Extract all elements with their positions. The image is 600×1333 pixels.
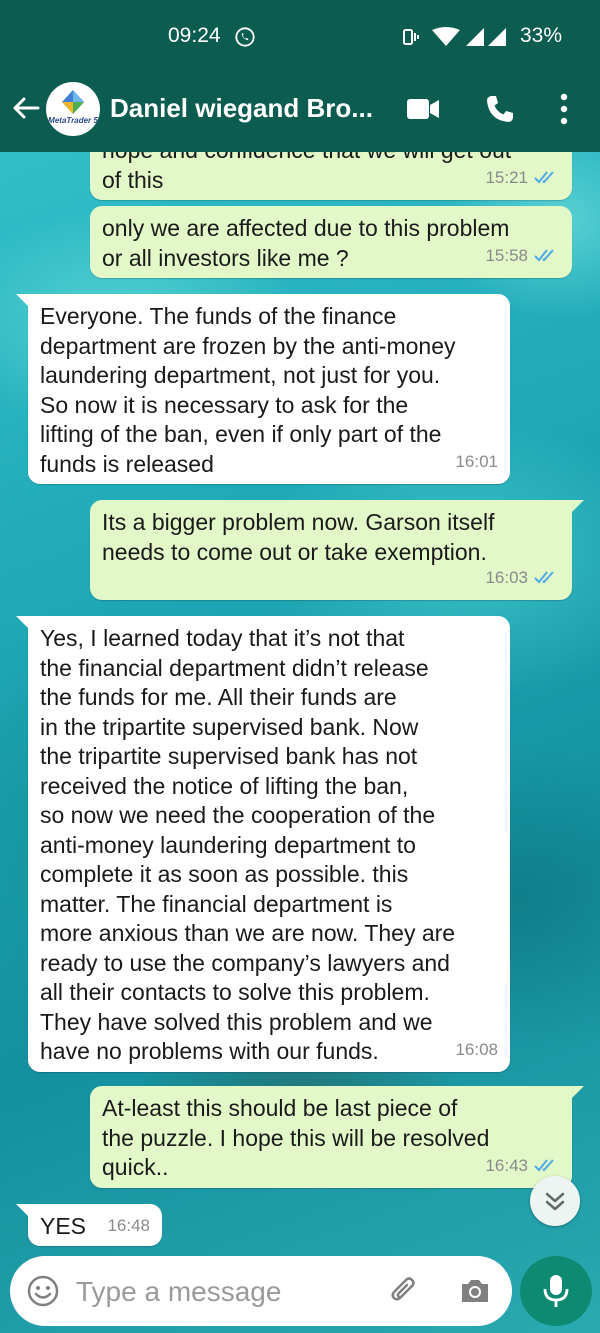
message-bubble-incoming[interactable]: YES 16:48 (28, 1204, 162, 1246)
message-meta: 16:01 (455, 447, 498, 477)
voice-call-icon[interactable] (484, 93, 516, 125)
message-bubble-outgoing[interactable]: At-least this should be last piece of th… (90, 1086, 572, 1188)
avatar-label: MetaTrader 5 (48, 116, 98, 125)
message-composer (10, 1256, 512, 1326)
message-time: 15:58 (485, 245, 528, 265)
message-text: hope and confidence that we will get out… (102, 152, 511, 193)
back-arrow-icon[interactable] (10, 92, 42, 124)
contact-avatar[interactable]: MetaTrader 5 (46, 82, 100, 136)
voice-record-button[interactable] (520, 1256, 592, 1326)
bubble-tail (570, 1086, 584, 1100)
microphone-icon (543, 1275, 569, 1307)
message-time: 16:01 (455, 451, 498, 471)
message-bubble-incoming[interactable]: Everyone. The funds of the finance depar… (28, 294, 510, 484)
emoji-icon[interactable] (26, 1274, 60, 1308)
message-bubble-outgoing[interactable]: hope and confidence that we will get out… (90, 152, 572, 200)
message-text: YES (40, 1213, 87, 1239)
message-input[interactable] (74, 1270, 378, 1314)
message-bubble-outgoing[interactable]: only we are affected due to this problem… (90, 206, 572, 278)
message-meta: 15:58 (485, 241, 560, 271)
message-time: 15:21 (485, 167, 528, 187)
message-bubble-incoming[interactable]: Yes, I learned today that it’s not that … (28, 616, 510, 1072)
message-text: At-least this should be last piece of th… (102, 1095, 490, 1180)
message-text: Yes, I learned today that it’s not that … (40, 625, 456, 1064)
metatrader-logo-icon (62, 90, 84, 114)
status-bar: 09:24 33% (0, 0, 600, 66)
status-time: 09:24 (168, 24, 221, 47)
read-ticks-icon (534, 1159, 554, 1172)
message-list[interactable]: hope and confidence that we will get out… (0, 152, 600, 1252)
message-time: 16:43 (485, 1155, 528, 1175)
message-time: 16:03 (485, 567, 528, 587)
camera-icon[interactable] (458, 1274, 492, 1308)
read-ticks-icon (534, 571, 554, 584)
scroll-to-bottom-button[interactable] (530, 1176, 580, 1226)
battery-level: 33% (520, 24, 563, 47)
whatsapp-notification-icon (235, 27, 255, 47)
message-time: 16:08 (455, 1039, 498, 1059)
video-call-icon[interactable] (406, 96, 440, 122)
read-ticks-icon (534, 249, 554, 262)
chat-header: MetaTrader 5 Daniel wiegand Bro... (0, 66, 600, 152)
message-text: only we are affected due to this problem… (102, 215, 510, 271)
more-options-icon[interactable] (556, 92, 572, 126)
message-meta: 16:03 (485, 563, 560, 593)
double-chevron-down-icon (545, 1192, 565, 1211)
signal-wifi-icons (403, 27, 506, 46)
message-meta: 16:48 (107, 1211, 150, 1241)
contact-name[interactable]: Daniel wiegand Bro... (110, 93, 390, 124)
message-text: Its a bigger problem now. Garson itself … (102, 509, 495, 565)
bubble-tail (570, 500, 584, 514)
read-ticks-icon (534, 171, 554, 184)
message-text: Everyone. The funds of the finance depar… (40, 303, 456, 477)
message-meta: 16:08 (455, 1035, 498, 1065)
message-meta: 15:21 (485, 163, 560, 193)
message-bubble-outgoing[interactable]: Its a bigger problem now. Garson itself … (90, 500, 572, 600)
attachment-icon[interactable] (388, 1274, 422, 1308)
message-time: 16:48 (107, 1215, 150, 1235)
